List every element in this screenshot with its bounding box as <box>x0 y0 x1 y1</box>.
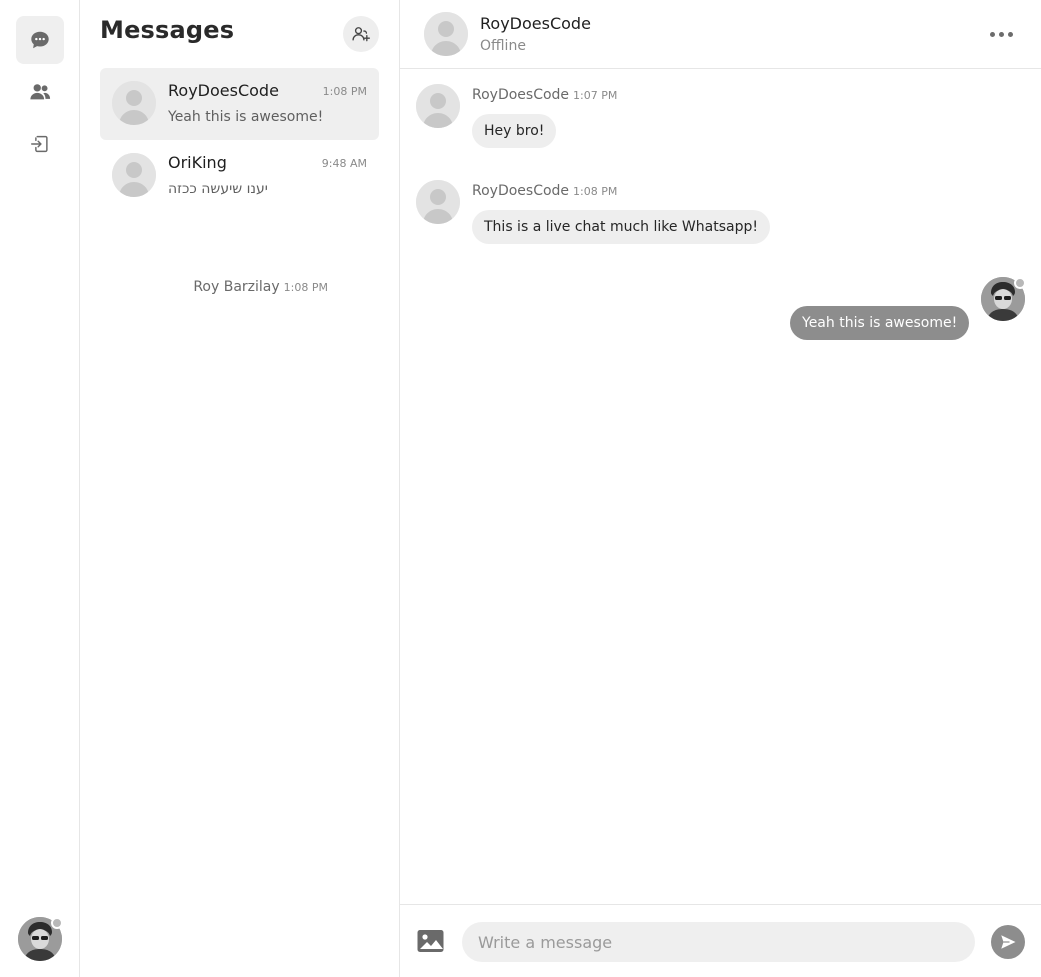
default-avatar-icon <box>112 153 156 197</box>
users-icon <box>30 84 51 100</box>
default-avatar-icon <box>416 84 460 128</box>
page-title: Messages <box>100 16 235 44</box>
nav-logout-button[interactable] <box>16 120 64 168</box>
conversation-preview: Yeah this is awesome! <box>168 109 324 125</box>
send-button[interactable] <box>991 925 1025 959</box>
my-avatar[interactable] <box>18 917 63 961</box>
presence-indicator <box>51 917 63 929</box>
avatar <box>416 84 460 128</box>
default-avatar-icon <box>112 81 156 125</box>
logout-icon <box>31 135 48 153</box>
message-meta: RoyDoesCode 1:07 PM <box>472 87 617 103</box>
chat-header: RoyDoesCode Offline <box>400 0 1041 69</box>
avatar[interactable] <box>424 12 468 56</box>
message-time: 1:08 PM <box>283 281 328 294</box>
send-icon <box>1001 935 1016 949</box>
avatar <box>112 153 156 197</box>
message-bubble: Yeah this is awesome! <box>790 306 970 340</box>
presence-indicator <box>1014 277 1026 289</box>
conversation-name: RoyDoesCode <box>168 81 279 100</box>
conversation-time: 9:48 AM <box>321 157 367 170</box>
chat-contact-status: Offline <box>480 38 526 54</box>
message-sender: RoyDoesCode <box>472 87 570 103</box>
conversation-list: Messages RoyDoesCode 1:08 PM Yeah this i… <box>80 0 400 977</box>
conversation-item[interactable]: RoyDoesCode 1:08 PM Yeah this is awesome… <box>100 68 379 140</box>
add-user-icon <box>352 27 370 42</box>
message-meta: Roy Barzilay 1:08 PM <box>193 279 328 295</box>
more-dots-icon <box>989 31 995 37</box>
default-avatar-icon <box>416 180 460 224</box>
message-bubble: Hey bro! <box>472 114 557 148</box>
add-contact-button[interactable] <box>343 16 379 52</box>
avatar <box>112 81 156 125</box>
message-bubble: This is a live chat much like Whatsapp! <box>472 210 770 244</box>
more-options-button[interactable] <box>981 22 1021 46</box>
default-avatar-icon <box>424 12 468 56</box>
message-input[interactable] <box>462 922 975 962</box>
message-meta: RoyDoesCode 1:08 PM <box>472 183 617 199</box>
chat-panel: RoyDoesCode Offline RoyDoesCode 1:07 PM H… <box>193 0 1041 977</box>
nav-messages-button[interactable] <box>16 16 64 64</box>
message-sender: RoyDoesCode <box>472 183 570 199</box>
icon-rail <box>0 0 80 977</box>
conversation-name: OriKing <box>168 153 227 172</box>
chat-contact-name: RoyDoesCode <box>480 14 591 33</box>
nav-contacts-button[interactable] <box>16 68 64 116</box>
conversation-preview: יענו שיעשה ככזה <box>168 181 268 197</box>
conversation-item[interactable]: OriKing 9:48 AM יענו שיעשה ככזה <box>100 140 379 212</box>
message-time: 1:08 PM <box>573 185 618 198</box>
attach-image-button[interactable] <box>416 927 446 955</box>
message-time: 1:07 PM <box>573 89 618 102</box>
conversation-time: 1:08 PM <box>322 85 367 98</box>
message-composer <box>400 904 1041 977</box>
chat-bubble-icon <box>31 31 49 49</box>
avatar <box>416 180 460 224</box>
my-message-avatar <box>981 277 1026 321</box>
message-sender: Roy Barzilay <box>193 279 280 295</box>
chat-app: Messages RoyDoesCode 1:08 PM Yeah this i… <box>0 0 1041 977</box>
image-icon <box>417 930 444 952</box>
